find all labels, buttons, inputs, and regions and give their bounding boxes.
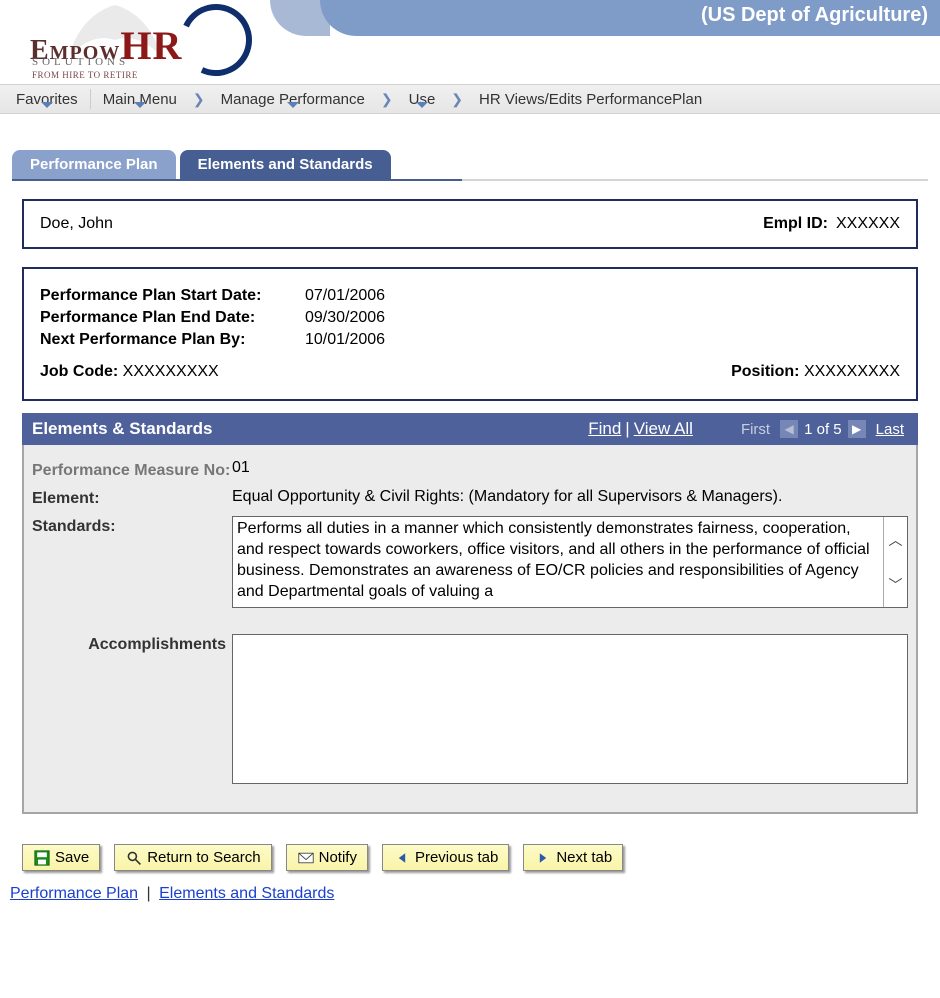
element-label: Element: [32,488,232,508]
accomplishments-textarea-wrap [232,634,908,784]
plan-start-label: Performance Plan Start Date: [40,287,305,305]
tab-strip: Performance Plan Elements and Standards [12,150,940,179]
logo-tagline: FROM HIRE TO RETIRE [32,70,138,80]
scroll-up-icon[interactable]: ︿ [884,517,907,562]
bottom-link-elements-standards[interactable]: Elements and Standards [159,885,334,902]
envelope-icon [297,850,315,866]
employee-name: Doe, John [40,215,113,233]
next-tab-button[interactable]: Next tab [523,844,623,871]
link-divider: | [143,885,155,902]
bottom-tab-links: Performance Plan | Elements and Standard… [10,885,930,903]
logo: EmpowHR SOLUTIONS FROM HIRE TO RETIRE [30,0,240,84]
breadcrumb-manage-performance[interactable]: Manage Performance [211,91,375,108]
tab-underline [12,179,928,181]
position-value: XXXXXXXXX [804,363,900,380]
plan-next-label: Next Performance Plan By: [40,331,305,349]
org-title: (US Dept of Agriculture) [320,0,940,36]
jobcode-block: Job Code: XXXXXXXXX [40,363,219,381]
measure-value: 01 [232,459,908,477]
elements-standards-section: Elements & Standards Find | View All Fir… [22,413,918,814]
header-banner: (US Dept of Agriculture) EmpowHR SOLUTIO… [0,0,940,84]
pager-next-icon[interactable]: ▶ [848,420,866,438]
section-header: Elements & Standards Find | View All Fir… [22,413,918,445]
breadcrumb-separator [90,89,91,109]
accomplishments-label: Accomplishments [32,634,232,654]
jobcode-value: XXXXXXXXX [123,363,219,380]
search-icon [125,850,143,866]
tab-performance-plan[interactable]: Performance Plan [12,150,176,179]
pager-count: 1 of 5 [804,421,842,438]
logo-subtitle: SOLUTIONS [32,56,129,68]
standards-scroll: ︿ ﹀ [883,517,907,607]
pager-last-link[interactable]: Last [872,421,908,438]
standards-text[interactable]: Performs all duties in a manner which co… [233,517,883,607]
logo-word-hr: HR [120,23,182,68]
breadcrumb-favorites[interactable]: Favorites [6,91,88,108]
section-body: Performance Measure No: 01 Element: Equa… [22,445,918,814]
next-label: Next tab [556,849,612,866]
notify-label: Notify [319,849,357,866]
chevron-right-icon: ❯ [381,91,393,108]
viewall-link[interactable]: View All [630,419,697,439]
bottom-link-performance-plan[interactable]: Performance Plan [10,885,138,902]
plan-panel: Performance Plan Start Date: 07/01/2006 … [22,267,918,401]
arrow-left-icon [393,850,411,866]
plan-start-value: 07/01/2006 [305,287,385,305]
accomplishments-input[interactable] [233,635,907,783]
prev-label: Previous tab [415,849,498,866]
employee-id-block: Empl ID: XXXXXX [763,215,900,233]
plan-end-label: Performance Plan End Date: [40,309,305,327]
save-label: Save [55,849,89,866]
notify-button[interactable]: Notify [286,844,368,871]
breadcrumb: Favorites Main Menu ❯ Manage Performance… [0,84,940,114]
scroll-down-icon[interactable]: ﹀ [884,562,907,607]
position-block: Position: XXXXXXXXX [731,363,900,381]
pager-first-link[interactable]: First [737,421,774,438]
employee-id-value: XXXXXX [836,215,900,233]
return-to-search-button[interactable]: Return to Search [114,844,271,871]
chevron-right-icon: ❯ [193,91,205,108]
employee-id-label: Empl ID: [763,215,828,233]
arrow-right-icon [534,850,552,866]
breadcrumb-use[interactable]: Use [399,91,446,108]
pager: First ◀ 1 of 5 ▶ Last [737,420,908,438]
standards-label: Standards: [32,516,232,536]
employee-panel: Doe, John Empl ID: XXXXXX [22,199,918,249]
element-value: Equal Opportunity & Civil Rights: (Manda… [232,488,908,506]
pager-prev-icon[interactable]: ◀ [780,420,798,438]
return-label: Return to Search [147,849,260,866]
position-label: Position: [731,363,799,380]
logo-ring-icon [170,0,262,86]
chevron-right-icon: ❯ [451,91,463,108]
breadcrumb-current[interactable]: HR Views/Edits PerformancePlan [469,91,712,108]
jobcode-label: Job Code: [40,363,118,380]
save-disk-icon [33,850,51,866]
plan-next-value: 10/01/2006 [305,331,385,349]
action-buttons: Save Return to Search Notify Previous ta… [22,844,918,871]
measure-label: Performance Measure No: [32,459,232,480]
standards-textarea-wrap: Performs all duties in a manner which co… [232,516,908,608]
section-title: Elements & Standards [32,419,584,439]
find-link[interactable]: Find [584,419,625,439]
previous-tab-button[interactable]: Previous tab [382,844,509,871]
tab-elements-standards[interactable]: Elements and Standards [180,150,391,179]
save-button[interactable]: Save [22,844,100,871]
plan-end-value: 09/30/2006 [305,309,385,327]
breadcrumb-main-menu[interactable]: Main Menu [93,91,187,108]
